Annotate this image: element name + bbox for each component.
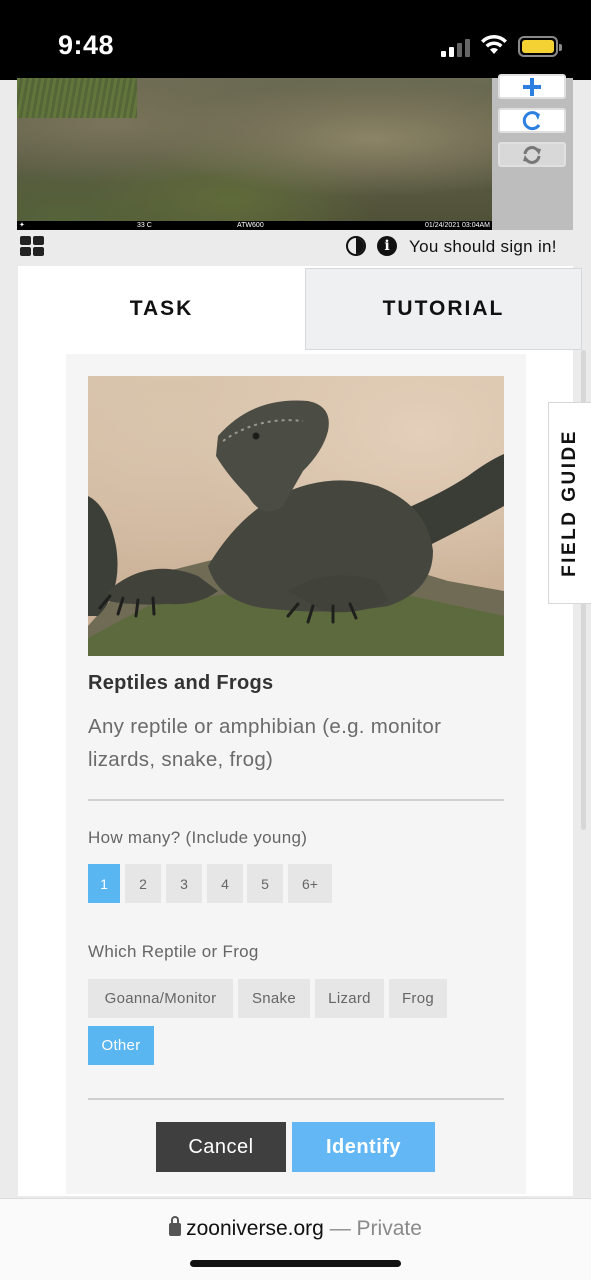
status-bar: 9:48 xyxy=(0,0,591,80)
option-frog[interactable]: Frog xyxy=(389,979,447,1018)
subject-toolbar: i You should sign in! xyxy=(0,232,591,266)
contrast-icon[interactable] xyxy=(346,236,366,256)
tab-tutorial[interactable]: TUTORIAL xyxy=(305,268,582,350)
url-domain: zooniverse.org xyxy=(186,1217,324,1240)
option-goanna-monitor[interactable]: Goanna/Monitor xyxy=(88,979,233,1018)
divider xyxy=(88,1098,504,1100)
zoom-in-button[interactable] xyxy=(498,74,566,99)
count-option-2[interactable]: 2 xyxy=(125,864,161,903)
choice-title: Reptiles and Frogs xyxy=(88,672,274,694)
wifi-icon xyxy=(481,34,507,54)
count-option-3[interactable]: 3 xyxy=(166,864,202,903)
refresh-button[interactable] xyxy=(498,142,566,167)
tab-task[interactable]: TASK xyxy=(18,268,305,350)
field-guide-tab[interactable]: FIELD GUIDE xyxy=(548,402,591,604)
grid-view-icon[interactable] xyxy=(20,236,44,256)
plus-icon xyxy=(523,77,541,96)
viewer-controls xyxy=(492,74,573,230)
cancel-button[interactable]: Cancel xyxy=(156,1122,286,1172)
count-option-5[interactable]: 5 xyxy=(247,864,283,903)
battery-icon xyxy=(518,36,562,57)
info-icon[interactable]: i xyxy=(377,236,397,256)
subject-image[interactable]: ✦ 33 C ATW600 01/24/2021 03:04AM xyxy=(17,78,492,230)
camera-temp: 33 C xyxy=(137,222,152,229)
cellular-signal-icon xyxy=(441,37,471,57)
rotate-icon xyxy=(522,110,541,130)
browsing-mode: Private xyxy=(356,1217,422,1240)
how-many-label: How many? (Include young) xyxy=(88,828,308,847)
classifier-panel: TASK TUTORIAL Reptiles and Frogs Any rep… xyxy=(18,266,582,1196)
count-option-4[interactable]: 4 xyxy=(207,864,243,903)
refresh-icon xyxy=(523,145,541,164)
field-guide-label: FIELD GUIDE xyxy=(559,429,580,577)
url-separator: — xyxy=(329,1217,351,1240)
trail-cam-logo-icon: ✦ xyxy=(19,222,25,229)
reset-rotation-button[interactable] xyxy=(498,108,566,133)
choice-description: Any reptile or amphibian (e.g. monitor l… xyxy=(88,715,442,771)
home-indicator[interactable] xyxy=(190,1260,401,1267)
count-option-1[interactable]: 1 xyxy=(88,864,120,903)
camera-info-strip: ✦ 33 C ATW600 01/24/2021 03:04AM xyxy=(17,221,492,230)
choice-detail: Reptiles and Frogs Any reptile or amphib… xyxy=(66,354,526,1194)
option-snake[interactable]: Snake xyxy=(238,979,310,1018)
divider xyxy=(88,799,504,801)
option-other[interactable]: Other xyxy=(88,1026,154,1065)
browser-address-bar[interactable]: zooniverse.org — Private xyxy=(0,1198,591,1280)
lock-icon xyxy=(169,1216,182,1236)
which-species-label: Which Reptile or Frog xyxy=(88,942,259,961)
identify-button[interactable]: Identify xyxy=(292,1122,435,1172)
sign-in-prompt[interactable]: You should sign in! xyxy=(409,237,557,257)
count-option-6plus[interactable]: 6+ xyxy=(288,864,332,903)
species-example-image xyxy=(88,376,504,656)
status-time: 9:48 xyxy=(58,30,115,60)
camera-datetime: 01/24/2021 03:04AM xyxy=(425,222,490,229)
option-lizard[interactable]: Lizard xyxy=(315,979,384,1018)
camera-model: ATW600 xyxy=(237,222,264,229)
